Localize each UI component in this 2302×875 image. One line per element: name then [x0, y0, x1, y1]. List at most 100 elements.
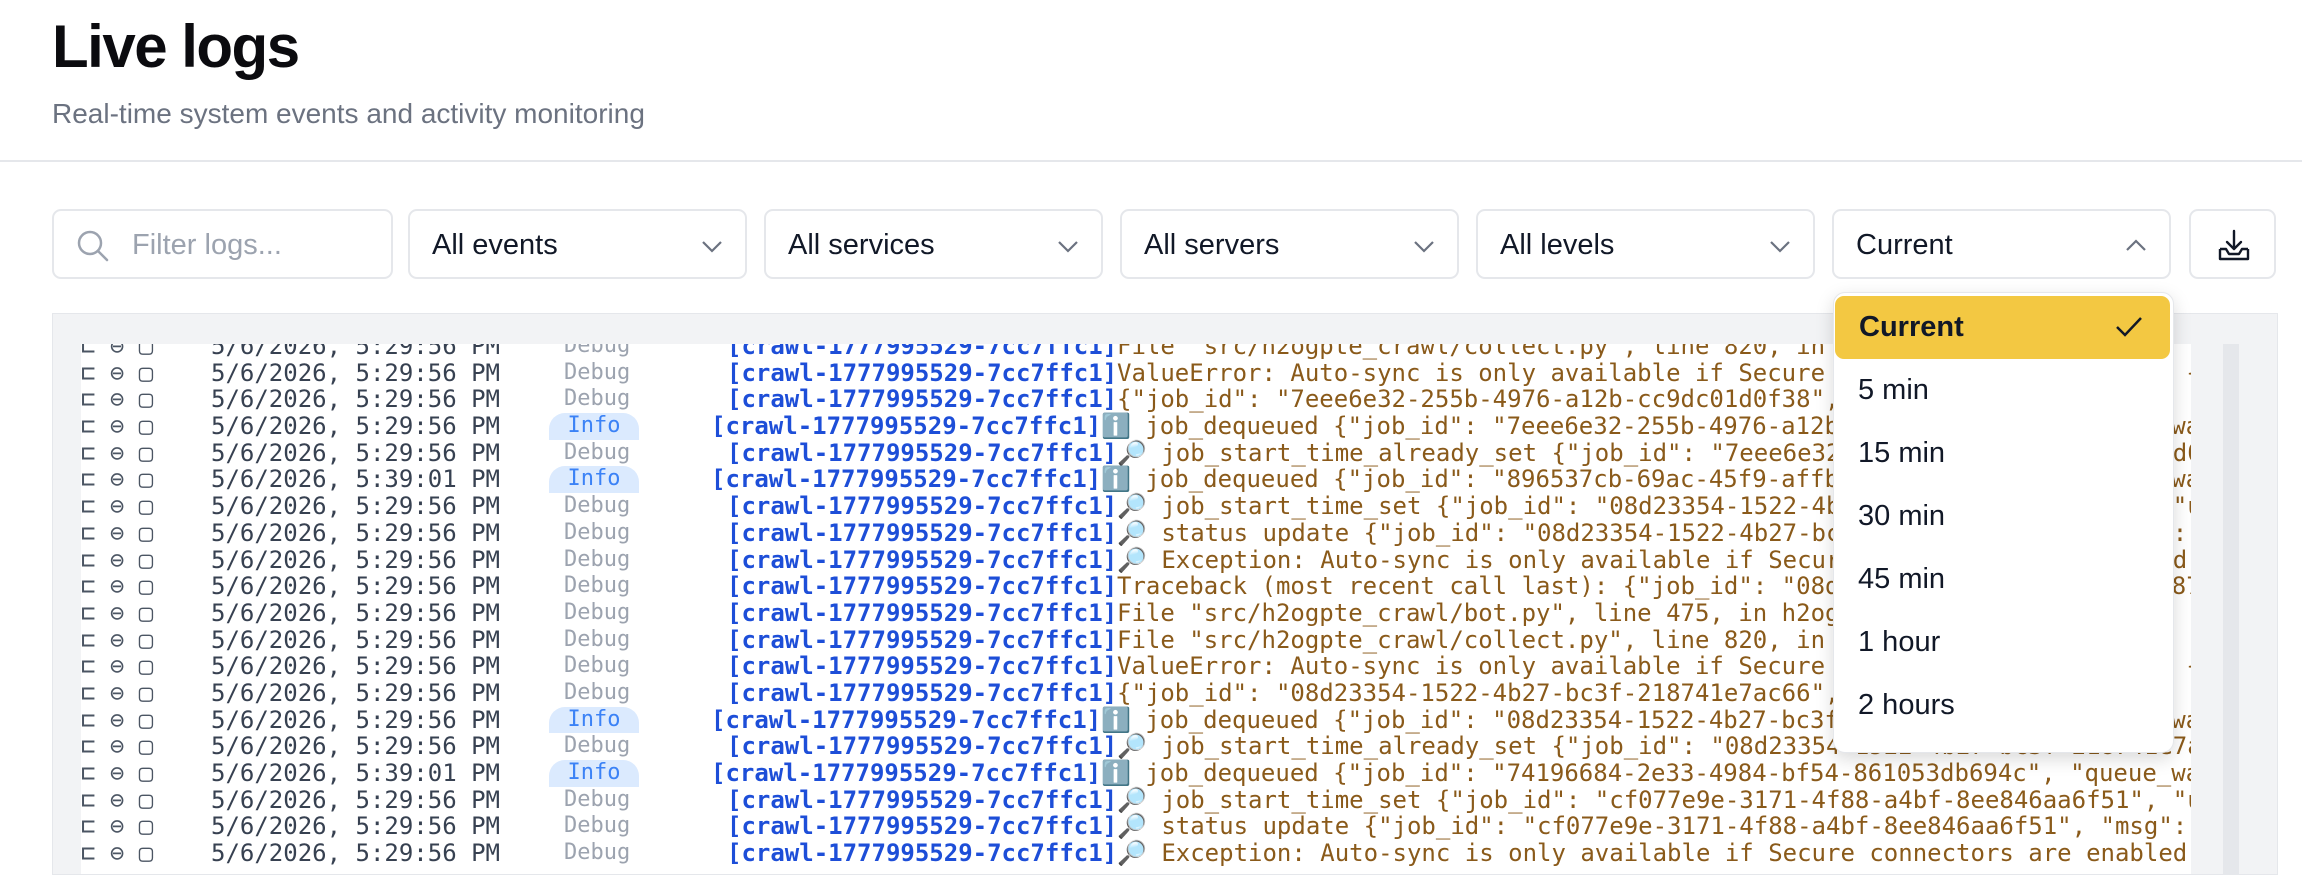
log-timestamp: 5/6/2026, 5:29:56 PM — [211, 678, 500, 707]
servers-select-value: All servers — [1144, 229, 1280, 261]
log-job-id[interactable]: [crawl-1777995529-7cc7ffc1] — [727, 359, 1117, 387]
time-option-15-min[interactable]: 15 min — [1834, 422, 2173, 485]
log-level-badge: Debug — [564, 519, 631, 545]
time-range-select-value: Current — [1856, 229, 1953, 261]
page-header: Live logs Real-time system events and ac… — [0, 0, 2302, 162]
log-job-id[interactable]: [crawl-1777995529-7cc7ffc1] — [711, 413, 1101, 440]
log-message: 🔎 job_start_time_set {"job_id": "cf077e9… — [1117, 785, 2191, 814]
log-job-id[interactable]: [crawl-1777995529-7cc7ffc1] — [727, 653, 1117, 680]
download-button[interactable] — [2189, 209, 2276, 279]
log-job-id[interactable]: [crawl-1777995529-7cc7ffc1] — [711, 706, 1101, 734]
services-select[interactable]: All services — [764, 209, 1103, 279]
log-job-id[interactable]: [crawl-1777995529-7cc7ffc1] — [727, 546, 1117, 574]
log-job-id[interactable]: [crawl-1777995529-7cc7ffc1] — [727, 840, 1117, 867]
log-timestamp: 5/6/2026, 5:29:56 PM — [211, 812, 500, 841]
log-job-id[interactable]: [crawl-1777995529-7cc7ffc1] — [727, 626, 1117, 654]
log-message: ℹ️ job_dequeued {"job_id": "74196684-2e3… — [1101, 759, 2191, 787]
row-status-icons: ⊏ ⊖ ▢ — [81, 545, 154, 574]
log-level-badge: Debug — [564, 573, 631, 599]
log-level-badge: Info — [549, 760, 639, 787]
time-option-label: 15 min — [1858, 437, 1946, 469]
log-job-id[interactable]: [crawl-1777995529-7cc7ffc1] — [727, 344, 1117, 360]
log-job-id[interactable]: [crawl-1777995529-7cc7ffc1] — [727, 493, 1117, 520]
log-job-id[interactable]: [crawl-1777995529-7cc7ffc1] — [711, 466, 1101, 493]
log-level-badge: Debug — [564, 599, 631, 625]
time-range-menu: Current 5 min 15 min 30 min 45 min 1 hou… — [1833, 292, 2174, 753]
log-timestamp: 5/6/2026, 5:29:56 PM — [211, 358, 500, 387]
log-timestamp: 5/6/2026, 5:29:56 PM — [211, 492, 500, 521]
chevron-up-icon — [2126, 239, 2146, 251]
log-level-badge: Debug — [564, 733, 631, 759]
log-job-id[interactable]: [crawl-1777995529-7cc7ffc1] — [727, 600, 1117, 627]
log-level-badge: Debug — [564, 359, 631, 385]
log-job-id[interactable]: [crawl-1777995529-7cc7ffc1] — [727, 520, 1117, 547]
log-job-id[interactable]: [crawl-1777995529-7cc7ffc1] — [727, 786, 1117, 814]
row-status-icons: ⊏ ⊖ ▢ — [81, 518, 154, 547]
servers-select[interactable]: All servers — [1120, 209, 1459, 279]
log-job-id[interactable]: [crawl-1777995529-7cc7ffc1] — [727, 440, 1117, 467]
row-status-icons: ⊏ ⊖ ▢ — [81, 572, 154, 601]
log-job-id[interactable]: [crawl-1777995529-7cc7ffc1] — [727, 386, 1117, 413]
time-option-2-hours[interactable]: 2 hours — [1834, 674, 2173, 737]
download-icon — [2218, 229, 2250, 261]
time-option-label: 2 hours — [1858, 689, 1955, 721]
row-status-icons: ⊏ ⊖ ▢ — [81, 358, 154, 387]
log-timestamp: 5/6/2026, 5:29:56 PM — [211, 598, 500, 627]
log-job-id[interactable]: [crawl-1777995529-7cc7ffc1] — [727, 813, 1117, 840]
log-message: 🔎 status update {"job_id": "cf077e9e-317… — [1117, 812, 2188, 841]
log-level-badge: Debug — [564, 386, 631, 412]
log-timestamp: 5/6/2026, 5:29:56 PM — [211, 732, 500, 761]
services-select-value: All services — [788, 229, 935, 261]
log-scrollbar[interactable] — [2223, 344, 2239, 874]
row-status-icons: ⊏ ⊖ ▢ — [81, 759, 154, 787]
log-job-id[interactable]: [crawl-1777995529-7cc7ffc1] — [727, 733, 1117, 760]
log-timestamp: 5/6/2026, 5:29:56 PM — [211, 625, 500, 654]
log-timestamp: 5/6/2026, 5:29:56 PM — [211, 518, 500, 547]
log-timestamp: 5/6/2026, 5:29:56 PM — [211, 545, 500, 574]
log-timestamp: 5/6/2026, 5:29:56 PM — [211, 412, 500, 441]
row-status-icons: ⊏ ⊖ ▢ — [81, 812, 154, 841]
log-level-badge: Debug — [564, 840, 631, 866]
row-status-icons: ⊏ ⊖ ▢ — [81, 625, 154, 654]
chevron-down-icon — [702, 241, 722, 253]
levels-select[interactable]: All levels — [1476, 209, 1815, 279]
log-timestamp: 5/6/2026, 5:29:56 PM — [211, 839, 500, 868]
events-select-value: All events — [432, 229, 558, 261]
row-status-icons: ⊏ ⊖ ▢ — [81, 785, 154, 814]
log-level-badge: Debug — [564, 546, 631, 572]
row-status-icons: ⊏ ⊖ ▢ — [81, 678, 154, 707]
time-option-30-min[interactable]: 30 min — [1834, 485, 2173, 548]
row-status-icons: ⊏ ⊖ ▢ — [81, 732, 154, 761]
row-status-icons: ⊏ ⊖ ▢ — [81, 652, 154, 681]
log-level-badge: Debug — [564, 344, 631, 358]
levels-select-value: All levels — [1500, 229, 1615, 261]
log-level-badge: Debug — [564, 786, 631, 812]
chevron-down-icon — [1770, 241, 1790, 253]
log-level-badge: Debug — [564, 679, 631, 705]
log-job-id[interactable]: [crawl-1777995529-7cc7ffc1] — [711, 760, 1101, 787]
chevron-down-icon — [1058, 241, 1078, 253]
time-option-1-hour[interactable]: 1 hour — [1834, 611, 2173, 674]
time-option-label: 1 hour — [1858, 626, 1941, 658]
log-job-id[interactable]: [crawl-1777995529-7cc7ffc1] — [727, 573, 1117, 600]
log-level-badge: Info — [549, 706, 639, 734]
filter-logs-input[interactable]: Filter logs... — [52, 209, 393, 279]
time-range-select[interactable]: Current — [1832, 209, 2171, 279]
log-timestamp: 5/6/2026, 5:39:01 PM — [211, 465, 500, 494]
log-level-badge: Debug — [564, 653, 631, 679]
page-subtitle: Real-time system events and activity mon… — [52, 98, 645, 129]
log-timestamp: 5/6/2026, 5:29:56 PM — [211, 344, 500, 360]
time-option-current[interactable]: Current — [1835, 296, 2170, 359]
time-option-label: Current — [1859, 311, 1964, 343]
events-select[interactable]: All events — [408, 209, 747, 279]
time-option-5-min[interactable]: 5 min — [1834, 359, 2173, 422]
chevron-down-icon — [1414, 241, 1434, 253]
log-timestamp: 5/6/2026, 5:29:56 PM — [211, 705, 500, 734]
log-level-badge: Debug — [564, 626, 631, 652]
log-level-badge: Info — [549, 466, 639, 494]
log-job-id[interactable]: [crawl-1777995529-7cc7ffc1] — [727, 680, 1117, 707]
time-option-45-min[interactable]: 45 min — [1834, 548, 2173, 611]
row-status-icons: ⊏ ⊖ ▢ — [81, 438, 154, 467]
log-timestamp: 5/6/2026, 5:29:56 PM — [211, 438, 500, 467]
row-status-icons: ⊏ ⊖ ▢ — [81, 839, 154, 868]
